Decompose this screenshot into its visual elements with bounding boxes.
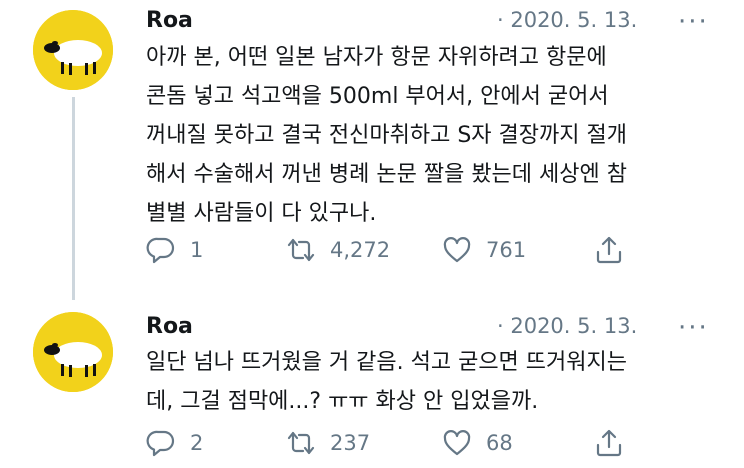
tweet-date[interactable]: · 2020. 5. 13. xyxy=(497,314,637,338)
like-count: 761 xyxy=(486,238,527,262)
heart-icon xyxy=(443,430,471,456)
like-count: 68 xyxy=(486,431,513,455)
like-button[interactable]: 761 xyxy=(442,235,526,265)
more-options-icon[interactable]: ··· xyxy=(678,315,709,341)
share-button[interactable] xyxy=(594,235,624,265)
more-options-icon[interactable]: ··· xyxy=(678,9,709,35)
avatar[interactable] xyxy=(33,10,113,90)
retweet-count: 237 xyxy=(330,431,371,455)
tweet-date[interactable]: · 2020. 5. 13. xyxy=(497,8,637,32)
share-icon xyxy=(596,236,622,264)
share-button[interactable] xyxy=(594,428,624,458)
sheep-icon xyxy=(33,312,113,392)
tweet-text: 아까 본, 어떤 일본 남자가 항문 자위하려고 항문에 콘돔 넣고 석고액을 … xyxy=(146,45,627,226)
retweet-icon xyxy=(287,238,315,262)
reply-button[interactable]: 1 xyxy=(146,235,203,265)
retweet-count: 4,272 xyxy=(330,238,391,262)
author-name[interactable]: Roa xyxy=(146,314,193,339)
avatar[interactable] xyxy=(33,312,113,392)
tweet-actions: 1 4,272 761 xyxy=(146,235,626,265)
tweet[interactable]: Roa · 2020. 5. 13. ··· 아까 본, 어떤 일본 남자가 항… xyxy=(0,0,744,300)
reply-icon xyxy=(146,237,175,264)
reply-count: 1 xyxy=(190,238,204,262)
tweet-actions: 2 237 68 xyxy=(146,428,626,458)
sheep-icon xyxy=(33,10,113,90)
author-name[interactable]: Roa xyxy=(146,8,193,33)
tweet[interactable]: Roa · 2020. 5. 13. ··· 일단 넘나 뜨거웠을 거 같음. … xyxy=(0,300,744,468)
share-icon xyxy=(596,429,622,457)
thread-line xyxy=(72,97,75,300)
retweet-button[interactable]: 237 xyxy=(286,428,370,458)
like-button[interactable]: 68 xyxy=(442,428,513,458)
reply-button[interactable]: 2 xyxy=(146,428,203,458)
tweet-text: 일단 넘나 뜨거웠을 거 같음. 석고 굳으면 뜨거워지는 데, 그걸 점막에.… xyxy=(146,350,627,414)
retweet-icon xyxy=(287,431,315,455)
reply-icon xyxy=(146,430,175,457)
heart-icon xyxy=(443,237,471,263)
reply-count: 2 xyxy=(190,431,204,455)
retweet-button[interactable]: 4,272 xyxy=(286,235,390,265)
